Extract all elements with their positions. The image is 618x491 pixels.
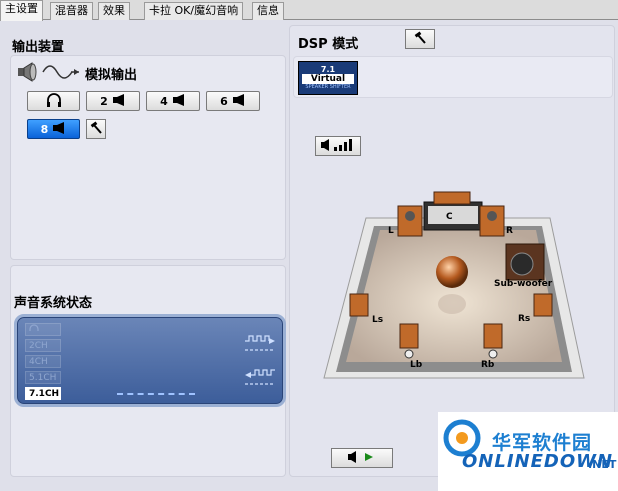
- headphone-button[interactable]: [27, 91, 80, 111]
- tab-karaoke[interactable]: 卡拉 OK/魔幻音响: [144, 2, 244, 20]
- analog-output-label: 模拟输出: [85, 68, 138, 83]
- watermark-tld-text: .NET: [588, 458, 617, 471]
- dsp-settings-tool-button[interactable]: [405, 29, 435, 49]
- speaker-2-button[interactable]: 2: [86, 91, 140, 111]
- volume-bars-icon: [320, 138, 356, 155]
- tab-info[interactable]: 信息: [252, 2, 284, 20]
- label-subwoofer: Sub-woofer: [494, 279, 553, 289]
- tab-main-settings[interactable]: 主设置: [0, 0, 43, 21]
- speaker-icon: [172, 93, 186, 109]
- label-center: C: [446, 212, 453, 222]
- speaker-8-label: 8: [40, 122, 49, 136]
- tab-bar: 主设置 混音器 效果 卡拉 OK/魔幻音响 信息: [0, 0, 618, 21]
- speaker-volume-icon: [16, 61, 40, 83]
- label-right-back: Rb: [481, 360, 495, 370]
- dsp-mode-heading: DSP 模式: [298, 37, 359, 52]
- channel-5-1ch-indicator: 5.1CH: [25, 371, 61, 384]
- output-device-heading: 输出装置: [12, 40, 65, 55]
- speaker-icon: [52, 121, 66, 137]
- speaker-6-label: 6: [220, 94, 228, 108]
- hammer-icon: [413, 31, 427, 48]
- virtual-speaker-shifter-button[interactable]: 7.1 Virtual SPEAKER SHIFTER: [298, 61, 358, 95]
- label-right-surround: Rs: [518, 314, 531, 324]
- speaker-icon: [232, 93, 246, 109]
- status-display: 2CH 4CH 5.1CH 7.1CH: [14, 314, 286, 407]
- wave-icon: [42, 62, 80, 82]
- label-left: L: [388, 226, 394, 236]
- output-settings-tool-button[interactable]: [86, 119, 106, 139]
- speaker-2-label: 2: [100, 94, 108, 108]
- speaker-8-button[interactable]: 8: [27, 119, 80, 139]
- speaker-4-button[interactable]: 4: [146, 91, 200, 111]
- channel-headphone-indicator: [25, 323, 61, 336]
- channel-2ch-indicator: 2CH: [25, 339, 61, 352]
- play-icon: [347, 450, 377, 466]
- digital-in-icon: [243, 367, 277, 392]
- label-right: R: [506, 226, 513, 236]
- sound-system-status-heading: 声音系统状态: [14, 296, 93, 311]
- label-left-surround: Ls: [372, 315, 384, 325]
- badge-main-text: Virtual: [302, 74, 354, 84]
- badge-bottom-text: SPEAKER SHIFTER: [305, 84, 351, 90]
- badge-top-text: 7.1: [320, 65, 336, 74]
- channel-7-1ch-indicator: 7.1CH: [25, 387, 61, 400]
- channel-4ch-indicator: 4CH: [25, 355, 61, 368]
- speaker-4-label: 4: [160, 94, 168, 108]
- speaker-test-button[interactable]: [331, 448, 393, 468]
- digital-out-icon: [243, 333, 277, 358]
- volume-level-button[interactable]: [315, 136, 361, 156]
- speaker-6-button[interactable]: 6: [206, 91, 260, 111]
- signal-level-bar: [117, 393, 195, 395]
- hammer-icon: [89, 121, 103, 138]
- speaker-icon: [112, 93, 126, 109]
- output-device-panel: [10, 55, 286, 260]
- tab-effects[interactable]: 效果: [98, 2, 130, 20]
- label-left-back: Lb: [410, 360, 423, 370]
- tab-mixer[interactable]: 混音器: [50, 2, 93, 20]
- headphone-icon: [46, 92, 62, 110]
